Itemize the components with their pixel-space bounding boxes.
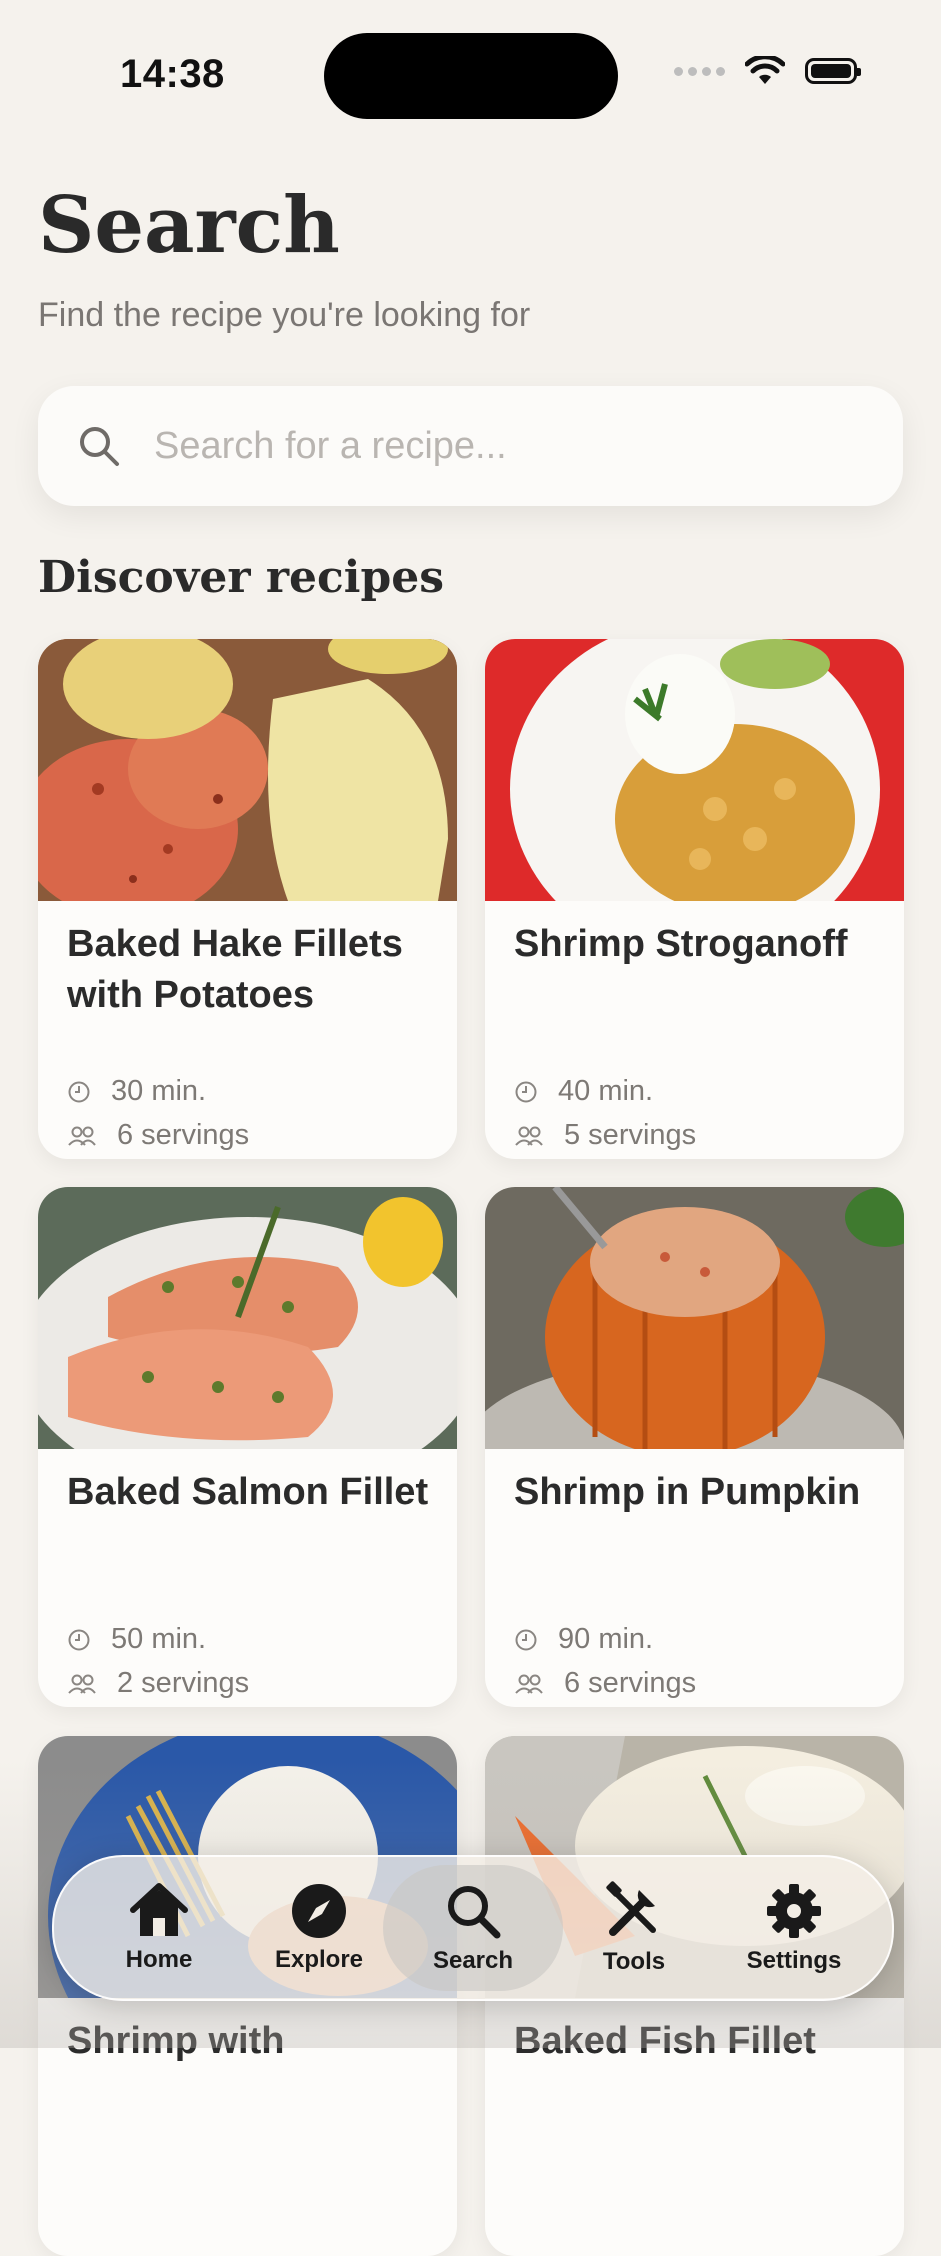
page-subtitle: Find the recipe you're looking for xyxy=(38,296,531,334)
section-title-discover: Discover recipes xyxy=(38,552,445,603)
clock-icon xyxy=(515,1629,537,1650)
tab-settings[interactable]: Settings xyxy=(719,1857,869,1999)
people-icon xyxy=(515,1674,543,1694)
recipe-image xyxy=(485,1187,904,1449)
tab-tools[interactable]: Tools xyxy=(559,1857,709,1999)
people-icon xyxy=(515,1126,543,1146)
recipe-name: Baked Salmon Fillet xyxy=(67,1471,429,1513)
people-icon xyxy=(68,1674,96,1694)
home-icon xyxy=(130,1883,188,1936)
dynamic-island xyxy=(324,33,618,119)
cellular-signal-icon xyxy=(674,66,725,76)
recipe-servings: 5 servings xyxy=(514,1119,696,1152)
recipe-time: 50 min. xyxy=(67,1623,206,1656)
status-indicators xyxy=(674,56,861,86)
recipe-card[interactable]: Shrimp Stroganoff 40 min. 5 servings xyxy=(485,639,904,1159)
recipe-servings: 6 servings xyxy=(67,1119,249,1152)
tab-explore[interactable]: Explore xyxy=(244,1857,394,1999)
recipe-image xyxy=(38,1187,457,1449)
recipe-card[interactable]: Baked Hake Fillets with Potatoes 30 min.… xyxy=(38,639,457,1159)
gear-icon xyxy=(767,1884,821,1938)
people-icon xyxy=(68,1126,96,1146)
clock-icon xyxy=(68,1629,90,1650)
tab-bar: Home Explore Search Tools Settings xyxy=(52,1855,894,2001)
tab-home[interactable]: Home xyxy=(84,1857,234,1999)
recipe-time: 90 min. xyxy=(514,1623,653,1656)
wifi-icon xyxy=(745,56,785,84)
clock-icon xyxy=(515,1081,537,1102)
recipe-image xyxy=(38,639,457,901)
page-title: Search xyxy=(38,180,340,271)
recipe-name: Shrimp Stroganoff xyxy=(514,923,848,965)
status-time: 14:38 xyxy=(120,52,225,96)
recipe-time: 30 min. xyxy=(67,1075,206,1108)
compass-icon xyxy=(292,1884,346,1938)
recipe-servings: 2 servings xyxy=(67,1667,249,1700)
tools-icon xyxy=(606,1881,656,1936)
clock-icon xyxy=(68,1081,90,1102)
recipe-image xyxy=(485,639,904,901)
recipe-time: 40 min. xyxy=(514,1075,653,1108)
recipe-servings: 6 servings xyxy=(514,1667,696,1700)
recipe-name: Shrimp in Pumpkin xyxy=(514,1471,861,1513)
battery-icon xyxy=(805,58,861,84)
recipe-name: Baked Fish Fillet xyxy=(514,2020,816,2062)
tab-search[interactable]: Search xyxy=(383,1857,563,1999)
recipe-name: Baked Hake Fillets with Potatoes xyxy=(67,923,403,1016)
recipe-card[interactable]: Baked Salmon Fillet 50 min. 2 servings xyxy=(38,1187,457,1707)
recipe-card[interactable]: Shrimp in Pumpkin 90 min. 6 servings xyxy=(485,1187,904,1707)
recipe-name: Shrimp with xyxy=(67,2020,285,2062)
search-icon xyxy=(448,1886,501,1939)
search-input[interactable] xyxy=(152,423,856,469)
search-bar[interactable] xyxy=(38,386,903,506)
search-icon xyxy=(80,427,119,466)
